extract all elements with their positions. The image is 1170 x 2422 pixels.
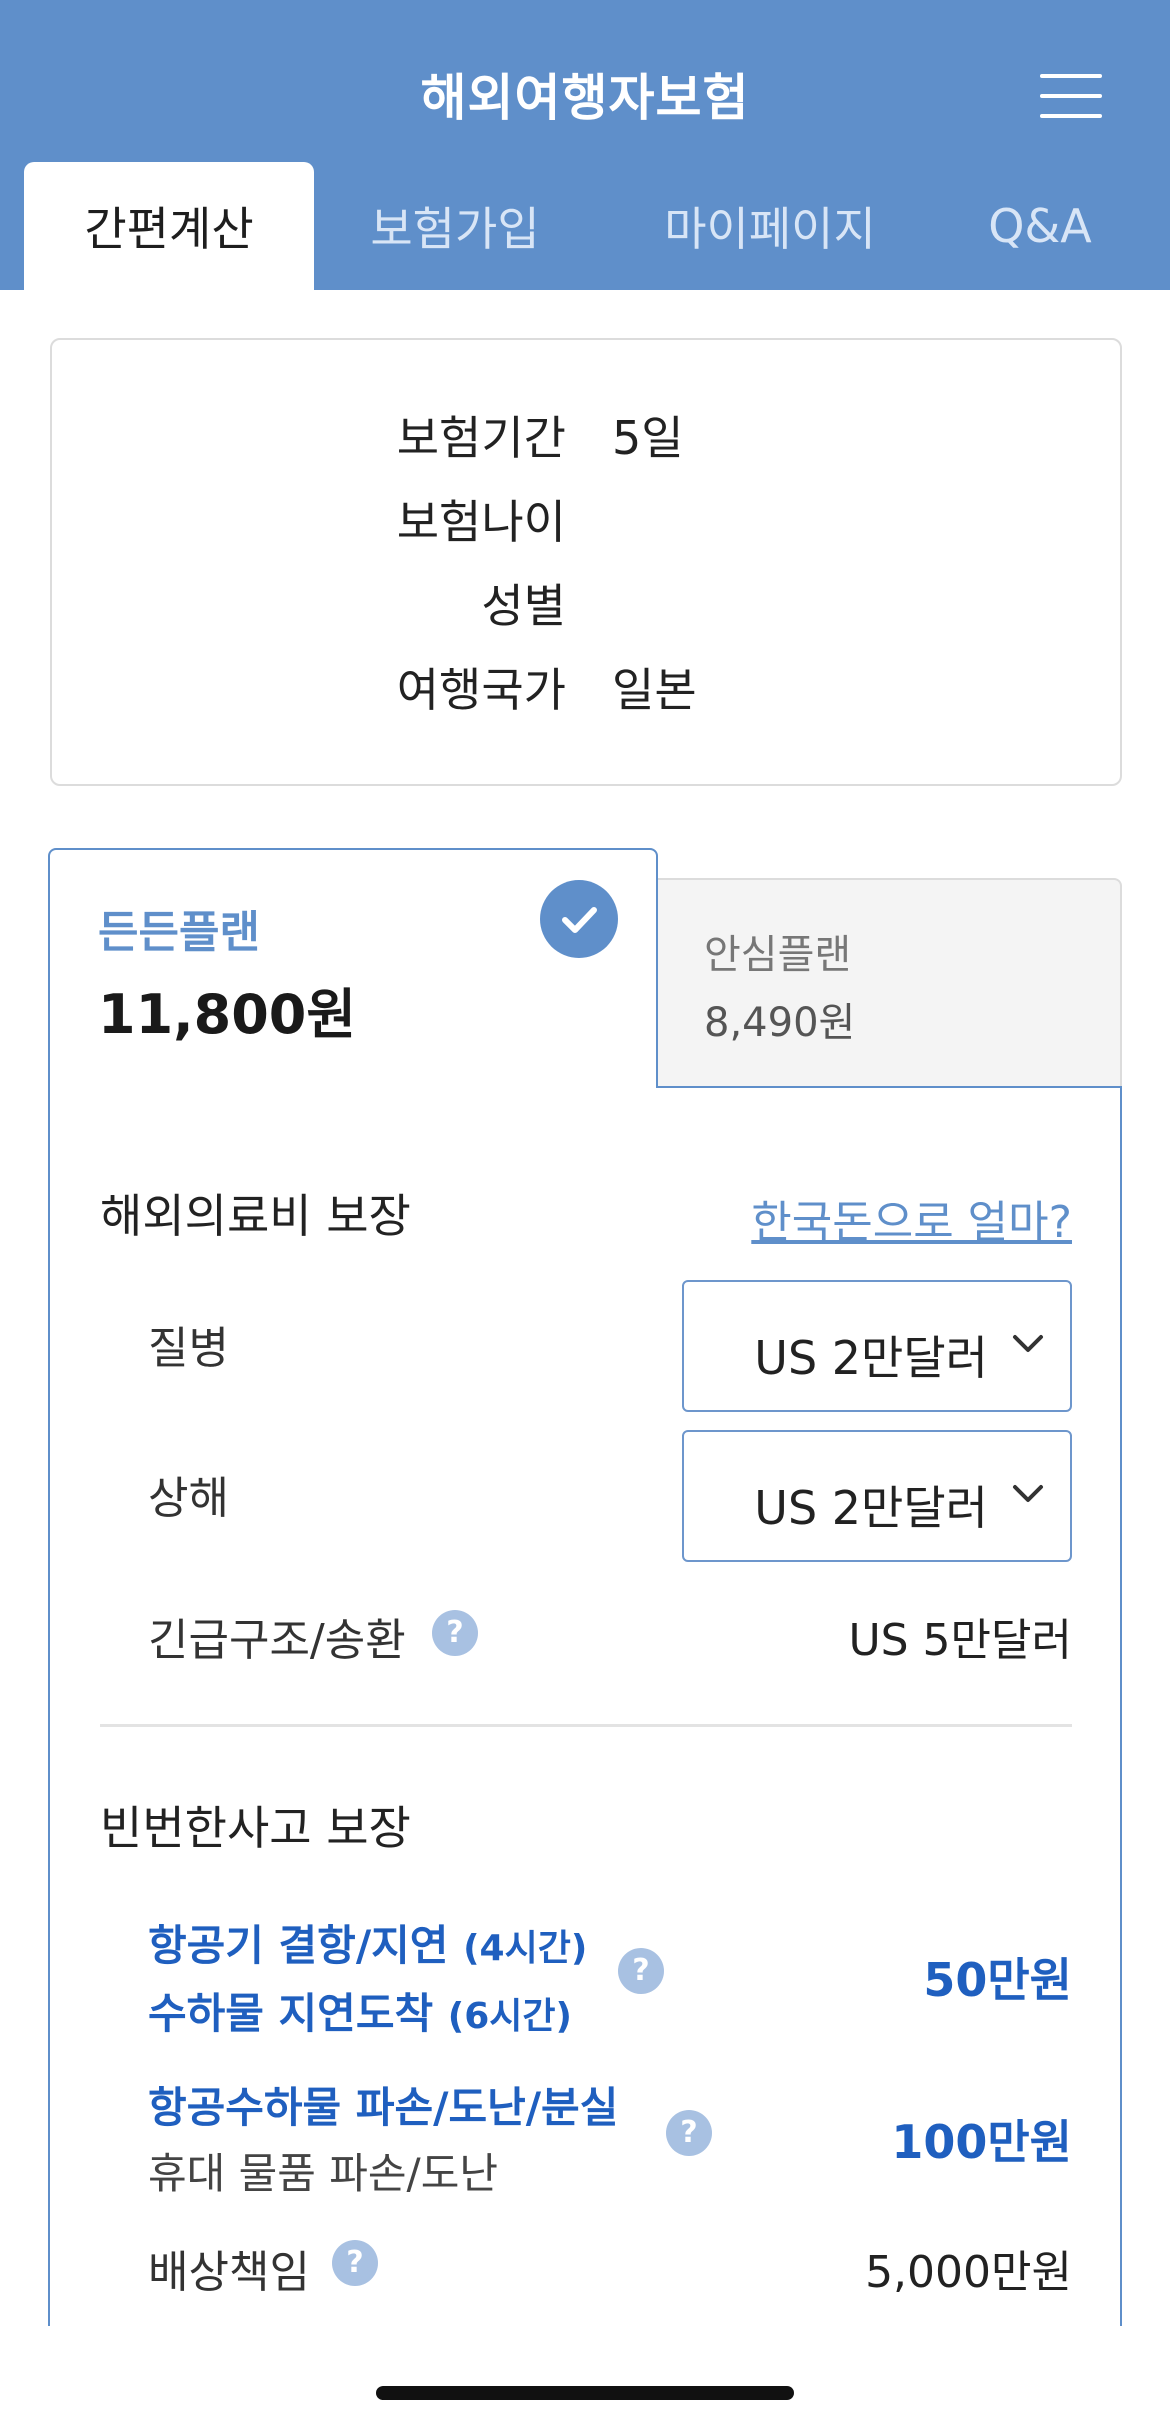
illness-label: 질병 [148, 1323, 229, 1374]
flight-delay-value: 50만원 [923, 1953, 1072, 2007]
baggage-delay-text: 수하물 지연도착 [148, 1989, 434, 2038]
liability-value: 5,000만원 [865, 2247, 1072, 2298]
baggage-loss-label: 항공수하물 파손/도난/분실 [148, 2083, 619, 2132]
summary-label: 보험나이 [396, 495, 566, 549]
plan-name: 안심플랜 [704, 932, 852, 978]
chevron-down-icon [1013, 1485, 1043, 1502]
baggage-loss-value: 100만원 [891, 2115, 1072, 2169]
plan-price: 11,800원 [98, 983, 357, 1046]
baggage-delay-note: (6시간) [447, 1996, 572, 2037]
check-icon [540, 880, 618, 958]
summary-value: 5일 [612, 411, 684, 465]
summary-row-gender: 성별 [52, 570, 1124, 633]
summary-row-period: 보험기간 5일 [52, 402, 1124, 465]
divider [656, 1086, 1122, 1088]
flight-delay-text: 항공기 결항/지연 [148, 1921, 449, 1970]
rescue-label: 긴급구조/송환 [148, 1615, 406, 1666]
personal-item-label: 휴대 물품 파손/도난 [148, 2149, 498, 2198]
baggage-delay-label: 수하물 지연도착 (6시간) [148, 1980, 572, 2041]
flight-delay-note: (4시간) [463, 1928, 588, 1969]
tab-simple-calc[interactable]: 간편계산 [24, 162, 314, 290]
summary-label: 보험기간 [396, 411, 566, 465]
illness-coverage-select[interactable]: US 2만달러 [682, 1280, 1072, 1412]
injury-coverage-select[interactable]: US 2만달러 [682, 1430, 1072, 1562]
tab-mypage[interactable]: 마이페이지 [630, 162, 910, 290]
liability-label: 배상책임 [148, 2247, 310, 2298]
page-title: 해외여행자보험 [420, 69, 750, 127]
insurance-summary-card: 보험기간 5일 보험나이 성별 여행국가 일본 [50, 338, 1122, 786]
chevron-down-icon [1013, 1335, 1043, 1352]
flight-delay-label: 항공기 결항/지연 (4시간) [148, 1912, 587, 1973]
rescue-value: US 5만달러 [848, 1615, 1072, 1666]
help-icon[interactable]: ? [432, 1610, 478, 1656]
tab-qna[interactable]: Q&A [960, 162, 1120, 290]
select-value: US 2만달러 [754, 1331, 988, 1385]
hamburger-menu-icon[interactable] [1028, 62, 1114, 122]
summary-value: 일본 [612, 663, 697, 717]
krw-conversion-link[interactable]: 한국돈으로 얼마? [751, 1186, 1072, 1250]
plan-tab-dunddun[interactable]: 든든플랜 11,800원 [48, 848, 658, 1088]
section-title-medical: 해외의료비 보장 [100, 1189, 411, 1243]
divider [100, 1724, 1072, 1727]
section-title-common: 빈번한사고 보장 [100, 1801, 411, 1855]
app-header: 해외여행자보험 간편계산 보험가입 마이페이지 Q&A [0, 0, 1170, 290]
help-icon[interactable]: ? [666, 2110, 712, 2156]
tab-insurance-signup[interactable]: 보험가입 [340, 162, 570, 290]
summary-label: 성별 [481, 579, 566, 633]
select-value: US 2만달러 [754, 1481, 988, 1535]
home-indicator [376, 2386, 794, 2400]
plan-name: 든든플랜 [98, 907, 260, 958]
summary-row-age: 보험나이 [52, 486, 1124, 549]
summary-label: 여행국가 [396, 663, 566, 717]
injury-label: 상해 [148, 1473, 229, 1524]
help-icon[interactable]: ? [618, 1948, 664, 1994]
help-icon[interactable]: ? [332, 2240, 378, 2286]
plan-detail-card: 해외의료비 보장 한국돈으로 얼마? 질병 US 2만달러 상해 US 2만달러… [48, 1086, 1122, 2326]
plan-price: 8,490원 [704, 1000, 856, 1046]
summary-row-country: 여행국가 일본 [52, 654, 1124, 717]
plan-tab-ansim[interactable]: 안심플랜 8,490원 [656, 878, 1122, 1088]
